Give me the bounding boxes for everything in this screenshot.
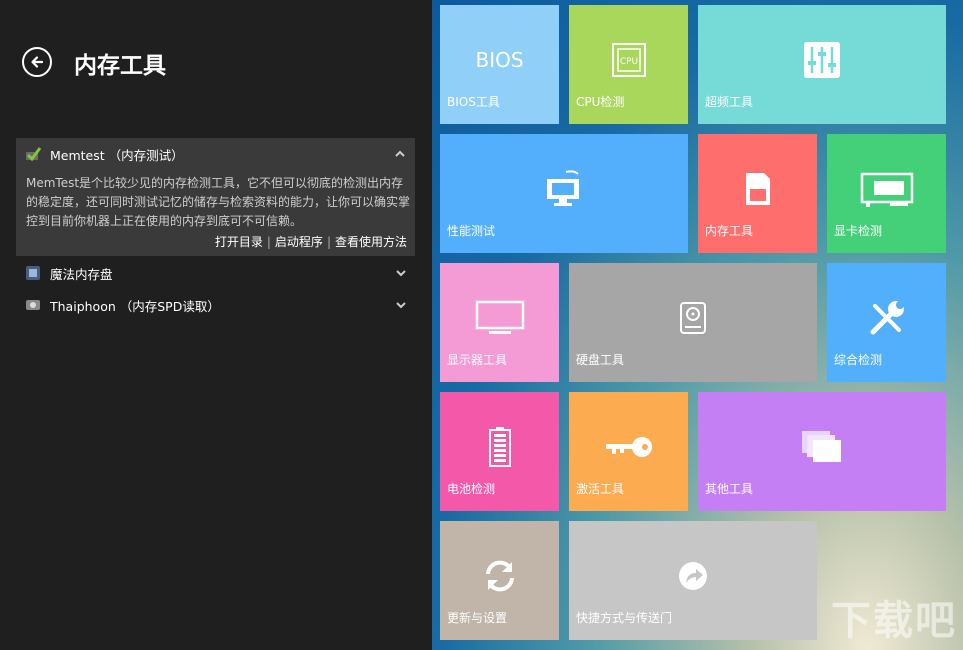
- tile-shortcut[interactable]: 快捷方式与传送门: [569, 521, 817, 640]
- tile-performance[interactable]: 性能测试: [440, 134, 688, 253]
- tile-label: 更新与设置: [447, 611, 508, 625]
- cpu-icon: CPU: [611, 42, 647, 78]
- tile-grid: BIOS BIOS工具 CPU CPU检测 超频工具 性能测试 内存工具 显卡检…: [432, 0, 963, 650]
- tile-update[interactable]: 更新与设置: [440, 521, 559, 640]
- tile-label: 综合检测: [834, 353, 883, 367]
- share-arrow-icon: [678, 561, 708, 591]
- tile-label: 超频工具: [705, 95, 754, 109]
- view-usage-link[interactable]: 查看使用方法: [335, 235, 407, 249]
- tool-name: Thaiphoon （内存SPD读取）: [50, 298, 220, 314]
- tool-description: MemTest是个比较少见的内存检测工具，它不但可以彻底的检测出内存的稳定度，还…: [26, 176, 411, 228]
- chevron-down-icon[interactable]: [394, 298, 408, 312]
- tile-label: 性能测试: [447, 224, 496, 238]
- memtest-icon: [24, 145, 42, 163]
- tool-item-thaiphoon[interactable]: Thaiphoon （内存SPD读取）: [24, 290, 408, 320]
- back-button[interactable]: [22, 47, 52, 77]
- thaiphoon-icon: [24, 296, 42, 314]
- tile-label: 显卡检测: [834, 224, 883, 238]
- tool-item-ramdisk[interactable]: 魔法内存盘: [24, 258, 408, 288]
- separator: |: [326, 235, 331, 249]
- display-icon: [475, 300, 525, 336]
- tile-label: 内存工具: [705, 224, 754, 238]
- tile-label: CPU检测: [576, 95, 625, 109]
- tile-disk[interactable]: 硬盘工具: [569, 263, 817, 382]
- key-icon: [604, 435, 654, 459]
- tile-label: 激活工具: [576, 482, 625, 496]
- tool-name: Memtest （内存测试）: [50, 147, 184, 163]
- refresh-icon: [482, 558, 518, 594]
- sliders-icon: [803, 41, 841, 79]
- tile-label: 显示器工具: [447, 353, 508, 367]
- graphics-card-icon: [860, 170, 914, 208]
- tile-general[interactable]: 综合检测: [827, 263, 946, 382]
- back-arrow-icon: [31, 56, 44, 68]
- ramdisk-icon: [24, 264, 42, 282]
- page-title: 内存工具: [74, 53, 166, 79]
- chevron-down-icon[interactable]: [394, 266, 408, 280]
- tile-overclock[interactable]: 超频工具: [698, 5, 946, 124]
- tool-item-memtest-expanded: Memtest （内存测试） MemTest是个比较少见的内存检测工具，它不但可…: [16, 138, 415, 256]
- tools-icon: [867, 298, 907, 338]
- battery-icon: [488, 426, 511, 467]
- svg-text:CPU: CPU: [619, 57, 637, 67]
- watermark-logo: 下载吧: [831, 597, 957, 644]
- tile-label: 其他工具: [705, 482, 754, 496]
- tile-label: BIOS工具: [447, 95, 500, 109]
- bios-icon: BIOS: [475, 47, 524, 72]
- tile-cpu[interactable]: CPU CPU检测: [569, 5, 688, 124]
- tile-gpu[interactable]: 显卡检测: [827, 134, 946, 253]
- tile-label: 电池检测: [447, 482, 496, 496]
- tool-name: 魔法内存盘: [50, 266, 113, 282]
- launch-program-link[interactable]: 启动程序: [275, 235, 323, 249]
- tile-memory[interactable]: 内存工具: [698, 134, 817, 253]
- tile-label: 快捷方式与传送门: [576, 611, 673, 625]
- tool-item-memtest-header[interactable]: Memtest （内存测试）: [24, 139, 407, 169]
- memory-card-icon: [744, 171, 772, 207]
- chevron-up-icon[interactable]: [393, 147, 407, 161]
- hard-disk-icon: [679, 301, 707, 335]
- tile-activate[interactable]: 激活工具: [569, 392, 688, 511]
- tile-monitor[interactable]: 显示器工具: [440, 263, 559, 382]
- windows-stack-icon: [800, 429, 844, 465]
- tile-battery[interactable]: 电池检测: [440, 392, 559, 511]
- monitor-chart-icon: [544, 170, 584, 208]
- tile-label: 硬盘工具: [576, 353, 625, 367]
- separator: |: [266, 235, 271, 249]
- open-folder-link[interactable]: 打开目录: [215, 235, 263, 249]
- tool-actions: 打开目录 | 启动程序 | 查看使用方法: [215, 233, 407, 250]
- left-panel: 内存工具 Memtest （内存测试） MemTest是个比较少见的内存检测工具…: [0, 0, 432, 650]
- tile-bios[interactable]: BIOS BIOS工具: [440, 5, 559, 124]
- tile-other[interactable]: 其他工具: [698, 392, 946, 511]
